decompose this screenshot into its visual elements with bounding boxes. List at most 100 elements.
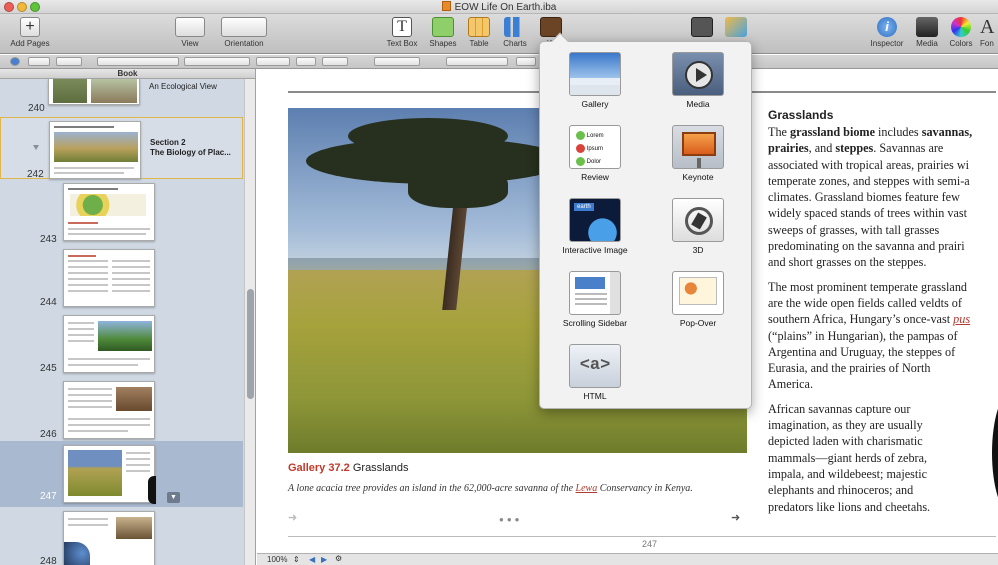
window-title-text: EOW Life On Earth.iba xyxy=(454,2,557,13)
interactive-image-icon: earth xyxy=(569,198,621,242)
fonts-button[interactable]: A Fon xyxy=(980,17,998,48)
text-line: (“plains” in Hungarian), the pampas of xyxy=(768,328,958,343)
page-thumbnail[interactable] xyxy=(63,183,155,241)
section-heading: Grasslands xyxy=(768,108,834,122)
review-option-3: Dolor xyxy=(586,159,602,166)
page-options-button[interactable]: ▼ xyxy=(167,492,180,503)
colors-button[interactable]: Colors xyxy=(945,17,977,48)
media-icon xyxy=(916,17,938,37)
sidebar-page-240[interactable]: An Ecological View 240 xyxy=(0,79,243,119)
calculator-icon[interactable] xyxy=(690,17,714,39)
fonts-label: Fon xyxy=(980,39,994,48)
scrollbar-knob[interactable] xyxy=(247,289,254,399)
list-style-select[interactable] xyxy=(56,57,82,66)
table-button[interactable]: Table xyxy=(463,17,495,48)
charts-icon xyxy=(504,17,526,37)
page-thumbnail[interactable] xyxy=(63,511,155,565)
page-thumbnail[interactable] xyxy=(48,79,140,105)
publish-icon[interactable] xyxy=(724,17,748,39)
zoom-stepper-icon[interactable]: ⇕ xyxy=(293,555,300,564)
scrolling-sidebar-widget[interactable]: Scrolling Sidebar xyxy=(550,271,640,328)
table-icon xyxy=(468,17,490,37)
add-pages-button[interactable]: + Add Pages xyxy=(8,17,52,48)
plus-icon: + xyxy=(20,17,40,37)
view-label: View xyxy=(181,39,199,48)
pop-over-widget[interactable]: Pop-Over xyxy=(653,271,743,328)
orientation-button[interactable]: Orientation xyxy=(216,17,272,48)
colors-label: Colors xyxy=(949,39,973,48)
sidebar-page-247-selected[interactable]: ▼ 247 xyxy=(0,441,243,507)
view-icon xyxy=(175,17,205,37)
widgets-popover: Gallery Media Lorem Ipsum Dolor Review K… xyxy=(539,32,752,409)
3d-widget[interactable]: 3D xyxy=(653,198,743,255)
sidebar-page-246[interactable]: 246 xyxy=(0,381,243,445)
gallery-widget[interactable]: Gallery xyxy=(550,52,640,109)
scrolling-sidebar-label: Scrolling Sidebar xyxy=(562,318,628,328)
sidebar-page-243[interactable]: 243 xyxy=(0,183,243,247)
line-spacing-select[interactable] xyxy=(516,57,536,66)
text-run: . Savannas are xyxy=(873,141,944,156)
charts-button[interactable]: Charts xyxy=(498,17,532,48)
text-line: Eurasia, and the prairies of North xyxy=(768,361,931,376)
sidebar-scrollbar[interactable] xyxy=(244,79,255,565)
page-thumbnail[interactable] xyxy=(63,445,156,504)
html-widget[interactable]: <a> HTML xyxy=(550,344,640,401)
page-thumbnail[interactable] xyxy=(63,315,155,373)
caption-text-end: Conservancy in Kenya. xyxy=(597,483,693,494)
gallery-caption-text: A lone acacia tree provides an island in… xyxy=(288,482,728,495)
inspector-button[interactable]: i Inspector xyxy=(867,17,907,48)
keynote-widget[interactable]: Keynote xyxy=(653,125,743,182)
next-page-icon[interactable]: ▶ xyxy=(321,555,327,564)
text-box-button[interactable]: T Text Box xyxy=(382,17,422,48)
font-size-select[interactable] xyxy=(256,57,290,66)
caption-link[interactable]: Lewa xyxy=(576,483,598,494)
highlight-color-well[interactable] xyxy=(322,57,348,66)
text-box-label: Text Box xyxy=(386,39,418,48)
review-option-2: Ipsum xyxy=(586,146,604,153)
text-line: impala, and wildebeest; majestic xyxy=(768,466,928,481)
interactive-image-widget[interactable]: earth Interactive Image xyxy=(550,198,640,255)
text-line: southern Africa, Hungary’s once-vast xyxy=(768,312,954,327)
keynote-label: Keynote xyxy=(682,172,714,182)
next-arrow-icon[interactable]: ➜ xyxy=(731,511,740,524)
body-text[interactable]: Grasslands The grassland biome includes … xyxy=(768,108,998,523)
gallery-page-dots[interactable]: ●●● xyxy=(499,515,523,524)
sidebar-page-244[interactable]: 244 xyxy=(0,249,243,313)
gallery-caption-title: Gallery 37.2 Grasslands xyxy=(288,462,408,474)
format-toggle-icon[interactable] xyxy=(10,57,20,66)
book-sidebar: Book An Ecological View 240 Section 2 Th… xyxy=(0,69,256,565)
disclosure-triangle-icon[interactable] xyxy=(33,145,39,150)
html-icon: <a> xyxy=(569,344,621,388)
previous-arrow-icon[interactable]: ➜ xyxy=(288,511,297,524)
page-thumbnail[interactable] xyxy=(49,121,141,179)
media-widget[interactable]: Media xyxy=(653,52,743,109)
html-label: HTML xyxy=(583,391,607,401)
font-family-select[interactable] xyxy=(97,57,179,66)
status-bar: 100% ⇕ ◀ ▶ ⚙ xyxy=(257,553,998,565)
add-pages-label: Add Pages xyxy=(10,39,50,48)
shapes-button[interactable]: Shapes xyxy=(426,17,460,48)
page-number: 247 xyxy=(40,491,57,502)
review-widget[interactable]: Lorem Ipsum Dolor Review xyxy=(550,125,640,182)
sidebar-header: Book xyxy=(0,69,255,79)
text-color-well[interactable] xyxy=(296,57,316,66)
zoom-level[interactable]: 100% xyxy=(267,555,287,564)
style-select[interactable] xyxy=(28,57,50,66)
window-title: EOW Life On Earth.iba xyxy=(0,1,998,13)
page-thumbnail[interactable] xyxy=(63,249,155,307)
text-line: African savannas capture our xyxy=(768,401,911,416)
sidebar-section-242[interactable]: Section 2 The Biology of Plac... 242 xyxy=(0,117,243,180)
alignment-group[interactable] xyxy=(446,57,508,66)
view-button[interactable]: View xyxy=(172,17,208,48)
review-option-1: Lorem xyxy=(586,133,604,140)
action-gear-icon[interactable]: ⚙ xyxy=(335,554,342,563)
sidebar-page-245[interactable]: 245 xyxy=(0,315,243,379)
sidebar-page-248[interactable]: 248 xyxy=(0,509,243,565)
inline-link[interactable]: pus xyxy=(953,312,970,326)
typeface-select[interactable] xyxy=(184,57,250,66)
page-thumbnail[interactable] xyxy=(63,381,155,439)
previous-page-icon[interactable]: ◀ xyxy=(309,555,315,564)
media-button[interactable]: Media xyxy=(912,17,942,48)
acacia-canopy-upper xyxy=(348,118,508,154)
bold-italic-underline-group[interactable] xyxy=(374,57,420,66)
